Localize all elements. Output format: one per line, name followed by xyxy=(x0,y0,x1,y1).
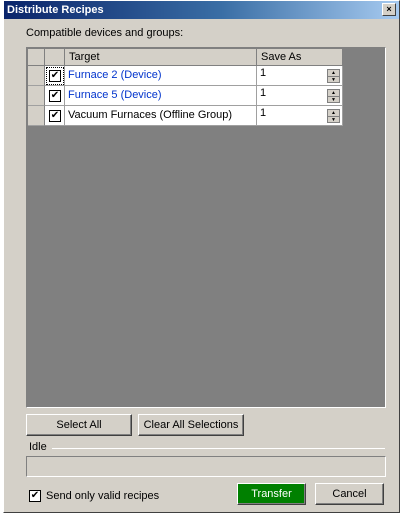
save-as-spinner[interactable]: ▲ ▼ xyxy=(327,89,340,103)
save-as-input[interactable]: 1 xyxy=(260,107,266,119)
transfer-button[interactable]: Transfer xyxy=(237,483,306,505)
select-all-button[interactable]: Select All xyxy=(26,414,132,436)
spin-down-icon[interactable]: ▼ xyxy=(328,96,339,103)
target-checkbox[interactable]: ✔ xyxy=(49,110,61,122)
window-title: Distribute Recipes xyxy=(7,4,104,16)
clear-all-selections-button[interactable]: Clear All Selections xyxy=(138,414,244,436)
save-as-spinner[interactable]: ▲ ▼ xyxy=(327,109,340,123)
cancel-button[interactable]: Cancel xyxy=(315,483,384,505)
close-icon[interactable]: × xyxy=(382,3,396,16)
targets-grid[interactable]: Target Save As ✔ Furnace 2 (Device) 1 ▲ … xyxy=(26,47,386,408)
row-header[interactable] xyxy=(28,66,45,86)
row-header[interactable] xyxy=(28,86,45,106)
target-name[interactable]: Vacuum Furnaces (Offline Group) xyxy=(65,106,257,126)
target-link[interactable]: Furnace 5 (Device) xyxy=(65,86,257,106)
status-divider xyxy=(52,448,385,449)
column-header-save-as[interactable]: Save As xyxy=(257,49,343,66)
devices-caption: Compatible devices and groups: xyxy=(26,27,184,39)
status-label: Idle xyxy=(29,441,47,453)
valid-only-label[interactable]: Send only valid recipes xyxy=(46,490,159,502)
save-as-input[interactable]: 1 xyxy=(260,67,266,79)
save-as-input[interactable]: 1 xyxy=(260,87,266,99)
column-header-target[interactable]: Target xyxy=(65,49,257,66)
row-header-corner xyxy=(28,49,45,66)
spin-down-icon[interactable]: ▼ xyxy=(328,76,339,83)
column-header-select xyxy=(45,49,65,66)
target-checkbox[interactable]: ✔ xyxy=(49,90,61,102)
progress-bar xyxy=(26,456,386,477)
title-bar[interactable]: Distribute Recipes × xyxy=(4,1,399,19)
row-header[interactable] xyxy=(28,106,45,126)
save-as-spinner[interactable]: ▲ ▼ xyxy=(327,69,340,83)
spin-down-icon[interactable]: ▼ xyxy=(328,116,339,123)
target-link[interactable]: Furnace 2 (Device) xyxy=(65,66,257,86)
valid-only-checkbox[interactable]: ✔ xyxy=(29,490,41,502)
target-checkbox[interactable]: ✔ xyxy=(49,70,61,82)
